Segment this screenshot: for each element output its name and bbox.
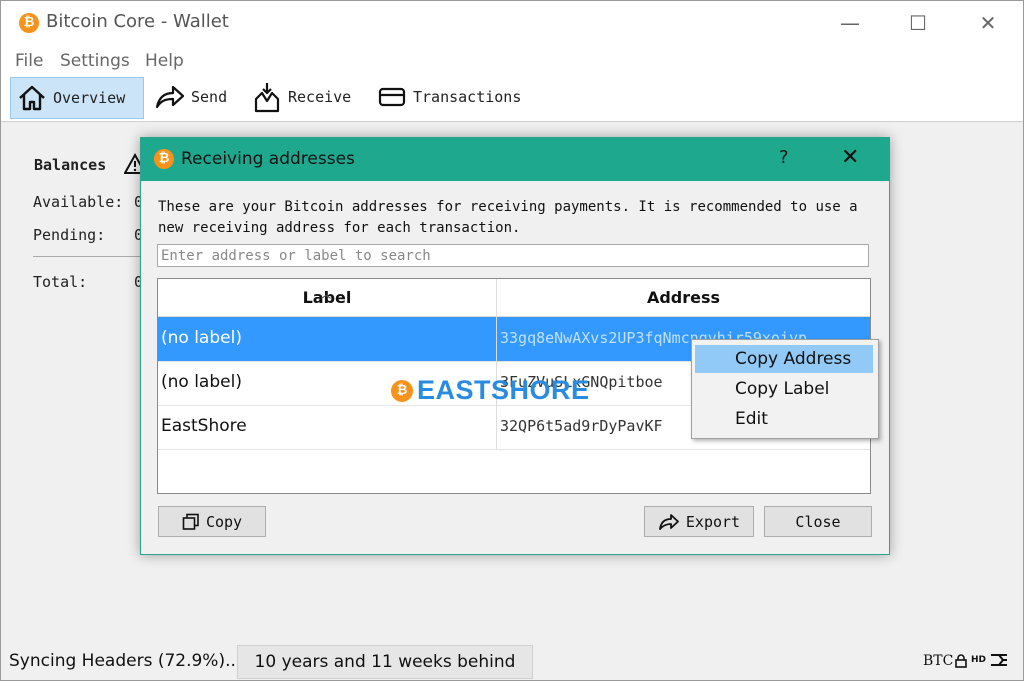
bitcoin-logo-icon: ₿ <box>19 13 39 33</box>
copy-button[interactable]: Copy <box>158 506 266 537</box>
column-header-address[interactable]: Address <box>497 279 870 317</box>
toolbar: Overview Send Receive Transactions <box>1 75 1023 122</box>
copy-icon <box>182 513 199 530</box>
menu-settings[interactable]: Settings <box>60 51 130 71</box>
network-icon[interactable] <box>989 651 1009 673</box>
export-icon <box>659 513 679 530</box>
menu-item-copy-label[interactable]: Copy Label <box>695 375 873 403</box>
bitcoin-logo-icon: ₿ <box>154 149 174 169</box>
menu-item-copy-address[interactable]: Copy Address <box>695 345 873 373</box>
menu-item-edit[interactable]: Edit <box>695 405 873 433</box>
dialog-description: These are your Bitcoin addresses for rec… <box>158 199 858 236</box>
lock-icon <box>955 653 967 672</box>
row-label: (no label) <box>161 328 242 348</box>
card-icon <box>378 87 406 107</box>
tab-overview-label: Overview <box>53 89 126 107</box>
divider <box>33 256 143 257</box>
minimize-icon[interactable]: — <box>827 7 873 39</box>
main-window: ₿ Bitcoin Core - Wallet — ☐ ✕ File Setti… <box>0 0 1024 681</box>
sort-indicator-icon: ︿ <box>321 290 331 301</box>
tab-receive[interactable]: Receive <box>246 77 351 117</box>
pending-label: Pending: <box>33 226 106 244</box>
eastshore-watermark: ₿ EASTSHORE <box>391 375 590 406</box>
sync-behind-badge[interactable]: 10 years and 11 weeks behind <box>237 645 533 679</box>
watermark-logo-icon: ₿ <box>391 379 413 402</box>
dialog-title-bar: ₿ Receiving addresses ? ✕ <box>141 138 889 181</box>
close-icon[interactable]: ✕ <box>965 7 1011 39</box>
help-button[interactable]: ? <box>779 147 789 168</box>
tab-send[interactable]: Send <box>147 77 227 117</box>
dialog-title: Receiving addresses <box>181 149 355 169</box>
status-bar: Syncing Headers (72.9%)... 10 years and … <box>1 641 1023 680</box>
row-label: (no label) <box>161 372 242 392</box>
sync-status: Syncing Headers (72.9%)... <box>9 651 242 671</box>
tab-overview[interactable]: Overview <box>10 77 144 119</box>
context-menu: Copy Address Copy Label Edit <box>691 339 879 439</box>
close-button[interactable]: Close <box>764 506 872 537</box>
menu-help[interactable]: Help <box>145 51 184 71</box>
column-header-label[interactable]: ︿ Label <box>158 279 497 317</box>
title-bar: ₿ Bitcoin Core - Wallet — ☐ ✕ <box>1 1 1023 45</box>
tab-transactions[interactable]: Transactions <box>371 77 521 117</box>
total-label: Total: <box>33 273 88 291</box>
hd-icon: HD <box>971 655 987 665</box>
balances-heading: Balances <box>34 156 107 174</box>
row-address: 32QP6t5ad9rDyPavKF <box>500 417 663 435</box>
tab-receive-label: Receive <box>288 88 352 106</box>
maximize-icon[interactable]: ☐ <box>895 7 941 39</box>
search-input[interactable]: Enter address or label to search <box>157 244 869 267</box>
available-label: Available: <box>33 193 124 211</box>
dialog-close-icon[interactable]: ✕ <box>841 145 859 170</box>
home-icon <box>19 85 45 111</box>
window-title: Bitcoin Core - Wallet <box>46 11 229 32</box>
tab-send-label: Send <box>191 88 228 106</box>
export-button[interactable]: Export <box>644 506 754 537</box>
receive-icon <box>254 83 280 113</box>
unit-label[interactable]: BTC <box>923 653 953 669</box>
menu-bar: File Settings Help <box>1 45 1023 75</box>
send-arrow-icon <box>155 85 185 109</box>
menu-file[interactable]: File <box>15 51 43 71</box>
tab-transactions-label: Transactions <box>413 88 522 106</box>
row-label: EastShore <box>161 416 247 436</box>
